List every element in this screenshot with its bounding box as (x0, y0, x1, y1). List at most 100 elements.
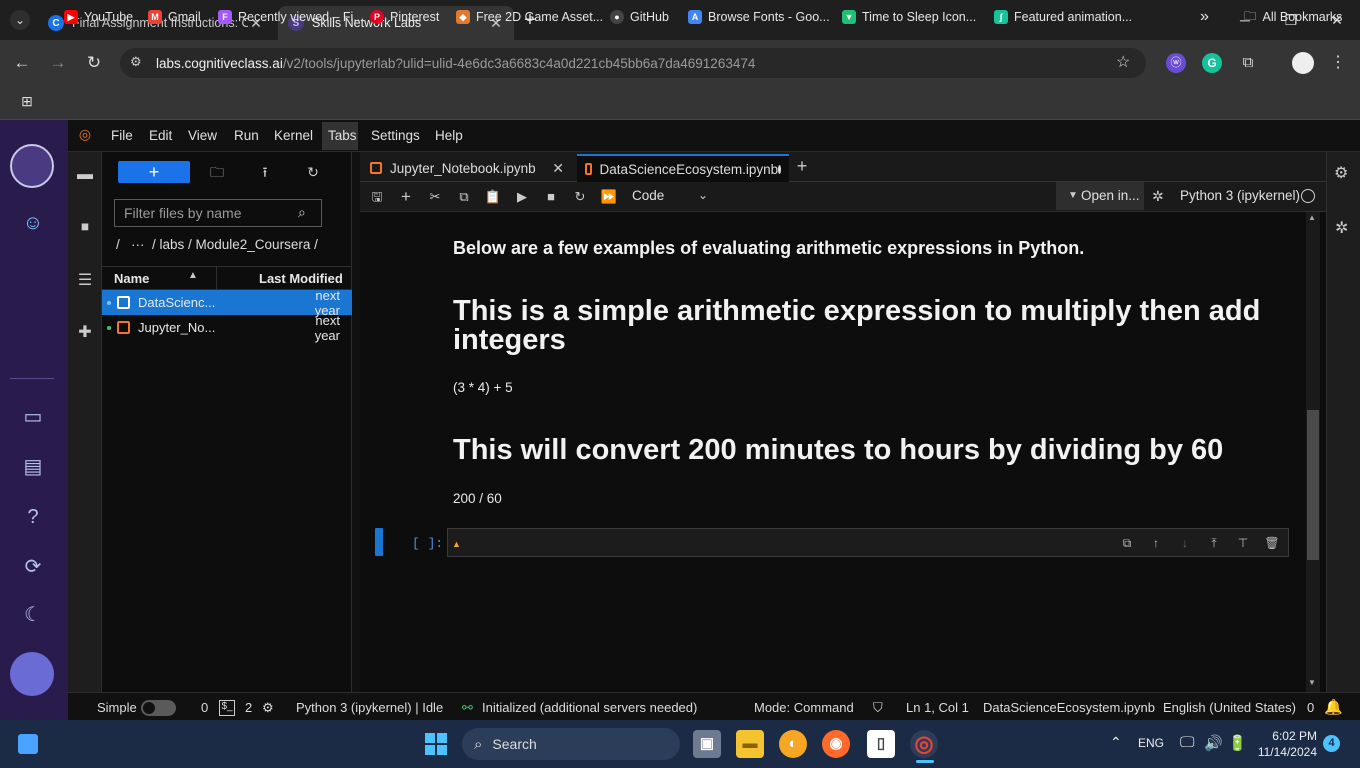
taskbar-search[interactable]: ⌕ Search (462, 728, 680, 760)
network-icon[interactable]: 🖵 (1180, 734, 1194, 751)
insert-below-icon[interactable]: ⊤ (1234, 535, 1252, 551)
close-tab-icon[interactable]: ✕ (552, 160, 564, 177)
property-inspector-icon[interactable]: ⚙ (1334, 163, 1348, 183)
new-folder-icon[interactable]: 🗀 (206, 162, 228, 182)
simple-mode-toggle[interactable] (141, 700, 176, 716)
lsp-status[interactable]: Initialized (additional servers needed) (482, 700, 697, 715)
bell-icon[interactable]: 🔔 (1324, 698, 1343, 716)
extensions-puzzle-icon[interactable]: ⧉ (1238, 53, 1258, 73)
file-explorer-icon[interactable]: ▬ (736, 730, 764, 758)
notification-badge[interactable]: 4 (1323, 735, 1340, 752)
menu-tabs[interactable]: Tabs (328, 128, 357, 143)
clock-time[interactable]: 6:02 PM (1262, 729, 1317, 743)
help-icon[interactable]: ? (18, 502, 48, 532)
bookmark-sleep-icon[interactable]: ▼ Time to Sleep Icon... (842, 6, 976, 28)
site-info-icon[interactable]: ⚙ (130, 54, 142, 70)
insert-cell-icon[interactable]: + (396, 188, 416, 206)
brave-icon[interactable]: ◐ (779, 730, 807, 758)
trusted-shield-icon[interactable]: ⛉ (873, 700, 883, 716)
file-filter-input[interactable] (114, 199, 322, 227)
cell-type-select[interactable]: Code (632, 188, 664, 203)
menu-view[interactable]: View (188, 128, 217, 143)
paste-icon[interactable]: 📋 (483, 188, 503, 206)
chevron-down-icon[interactable]: ⌄ (698, 188, 708, 202)
bookmark-star-icon[interactable]: ☆ (1116, 52, 1130, 72)
menu-settings[interactable]: Settings (371, 128, 420, 143)
copy-icon[interactable]: ⧉ (454, 188, 474, 206)
move-down-icon[interactable]: ↓ (1176, 535, 1194, 551)
menu-edit[interactable]: Edit (149, 128, 172, 143)
new-launcher-button[interactable]: + (118, 161, 190, 183)
chat-bot-icon[interactable]: ☺ (18, 208, 48, 238)
all-bookmarks[interactable]: 🗀 All Bookmarks (1244, 6, 1342, 28)
more-bookmarks-button[interactable]: » (1200, 6, 1209, 28)
profile-avatar[interactable] (1292, 52, 1314, 74)
tray-overflow-icon[interactable]: ⌃ (1110, 734, 1122, 751)
cursor-position[interactable]: Ln 1, Col 1 (906, 700, 969, 715)
new-tab-plus-icon[interactable]: + (794, 157, 810, 175)
scroll-down-icon[interactable]: ▼ (1308, 678, 1316, 687)
reload-icon[interactable]: ↻ (82, 52, 106, 74)
refresh-files-icon[interactable]: ↻ (302, 162, 324, 182)
move-up-icon[interactable]: ↑ (1147, 535, 1165, 551)
dark-mode-icon[interactable]: ☾ (18, 600, 48, 630)
scrollbar-thumb[interactable] (1307, 410, 1319, 560)
save-icon[interactable]: 🖫 (367, 188, 387, 206)
instructions-icon[interactable]: ▤ (18, 452, 48, 482)
debugger-icon[interactable]: ✲ (1152, 188, 1164, 205)
unsaved-dot-icon[interactable] (778, 164, 781, 174)
insert-above-icon[interactable]: ⤒ (1205, 535, 1223, 551)
cut-icon[interactable]: ✂ (425, 188, 445, 206)
menu-help[interactable]: Help (435, 128, 463, 143)
tab-search-icon[interactable]: ⌄ (10, 10, 30, 30)
task-view-icon[interactable]: ▣ (693, 730, 721, 758)
chrome-icon[interactable]: ◎ (910, 730, 938, 758)
menu-file[interactable]: File (111, 128, 133, 143)
browser-menu-icon[interactable]: ⋮ (1328, 52, 1348, 74)
extensions-icon[interactable]: ✚ (74, 322, 96, 344)
file-browser-icon[interactable]: ▬ (74, 164, 96, 186)
menu-run[interactable]: Run (234, 128, 259, 143)
bookmark-animation[interactable]: ∫ Featured animation... (994, 6, 1132, 28)
debugger-bug-icon[interactable]: ✲ (1335, 218, 1348, 238)
notebook-tab-datascience[interactable]: DataScienceEcosystem.ipynb (577, 154, 789, 182)
forward-icon[interactable]: → (46, 52, 70, 74)
kernel-name[interactable]: Python 3 (ipykernel) (1180, 188, 1300, 203)
terminal-count[interactable]: 0 (201, 700, 208, 715)
apps-grid-icon[interactable]: ⊞ (18, 92, 36, 110)
refresh-icon[interactable]: ⟳ (18, 552, 48, 582)
table-of-contents-icon[interactable]: ☰ (74, 270, 96, 292)
file-row[interactable]: Jupyter_No... next year (102, 313, 352, 343)
bookmark-github[interactable]: ● GitHub (610, 6, 669, 28)
duplicate-cell-icon[interactable]: ⧉ (1118, 535, 1136, 551)
firefox-icon[interactable]: ◉ (822, 730, 850, 758)
bookmark-google-fonts[interactable]: A Browse Fonts - Goo... (688, 6, 830, 28)
breadcrumb[interactable]: / ··· / labs / Module2_Coursera / (116, 237, 318, 252)
widgets-icon[interactable] (18, 734, 38, 754)
bookmark-pinterest[interactable]: P Pinterest (370, 6, 439, 28)
bookmark-game-assets[interactable]: ◆ Free 2D Game Asset... (456, 6, 603, 28)
extension-icon[interactable]: ⓦ (1166, 53, 1186, 73)
restart-icon[interactable]: ↻ (570, 188, 590, 206)
open-in-button[interactable]: ▼ Open in... (1056, 182, 1144, 210)
user-avatar[interactable] (10, 652, 54, 696)
file-row[interactable]: DataScienc... next year (102, 288, 352, 318)
back-icon[interactable]: ← (10, 52, 34, 74)
bookmark-figma[interactable]: F Recently viewed – Fi... (218, 6, 364, 28)
bookmark-gmail[interactable]: M Gmail (148, 6, 201, 28)
interrupt-icon[interactable]: ■ (541, 188, 561, 206)
upload-icon[interactable]: ⭱ (254, 162, 276, 182)
name-column-header[interactable]: Name (114, 271, 149, 286)
delete-cell-icon[interactable]: 🗑 (1263, 535, 1281, 551)
volume-icon[interactable]: 🔊 (1204, 734, 1223, 752)
run-icon[interactable]: ▶ (512, 188, 532, 206)
input-language[interactable]: ENG (1138, 736, 1164, 750)
clock-date[interactable]: 11/14/2024 (1256, 745, 1317, 759)
kernel-state[interactable]: Python 3 (ipykernel) | Idle (296, 700, 443, 715)
modified-column-header[interactable]: Last Modified (259, 271, 343, 286)
notebook-tab-jupyter-notebook[interactable]: Jupyter_Notebook.ipynb ✕ (362, 154, 572, 182)
running-kernels-icon[interactable]: ⏹ (74, 217, 96, 239)
battery-icon[interactable]: 🔋 (1228, 734, 1247, 752)
bookmark-youtube[interactable]: ▶ YouTube (64, 6, 133, 28)
menu-kernel[interactable]: Kernel (274, 128, 313, 143)
